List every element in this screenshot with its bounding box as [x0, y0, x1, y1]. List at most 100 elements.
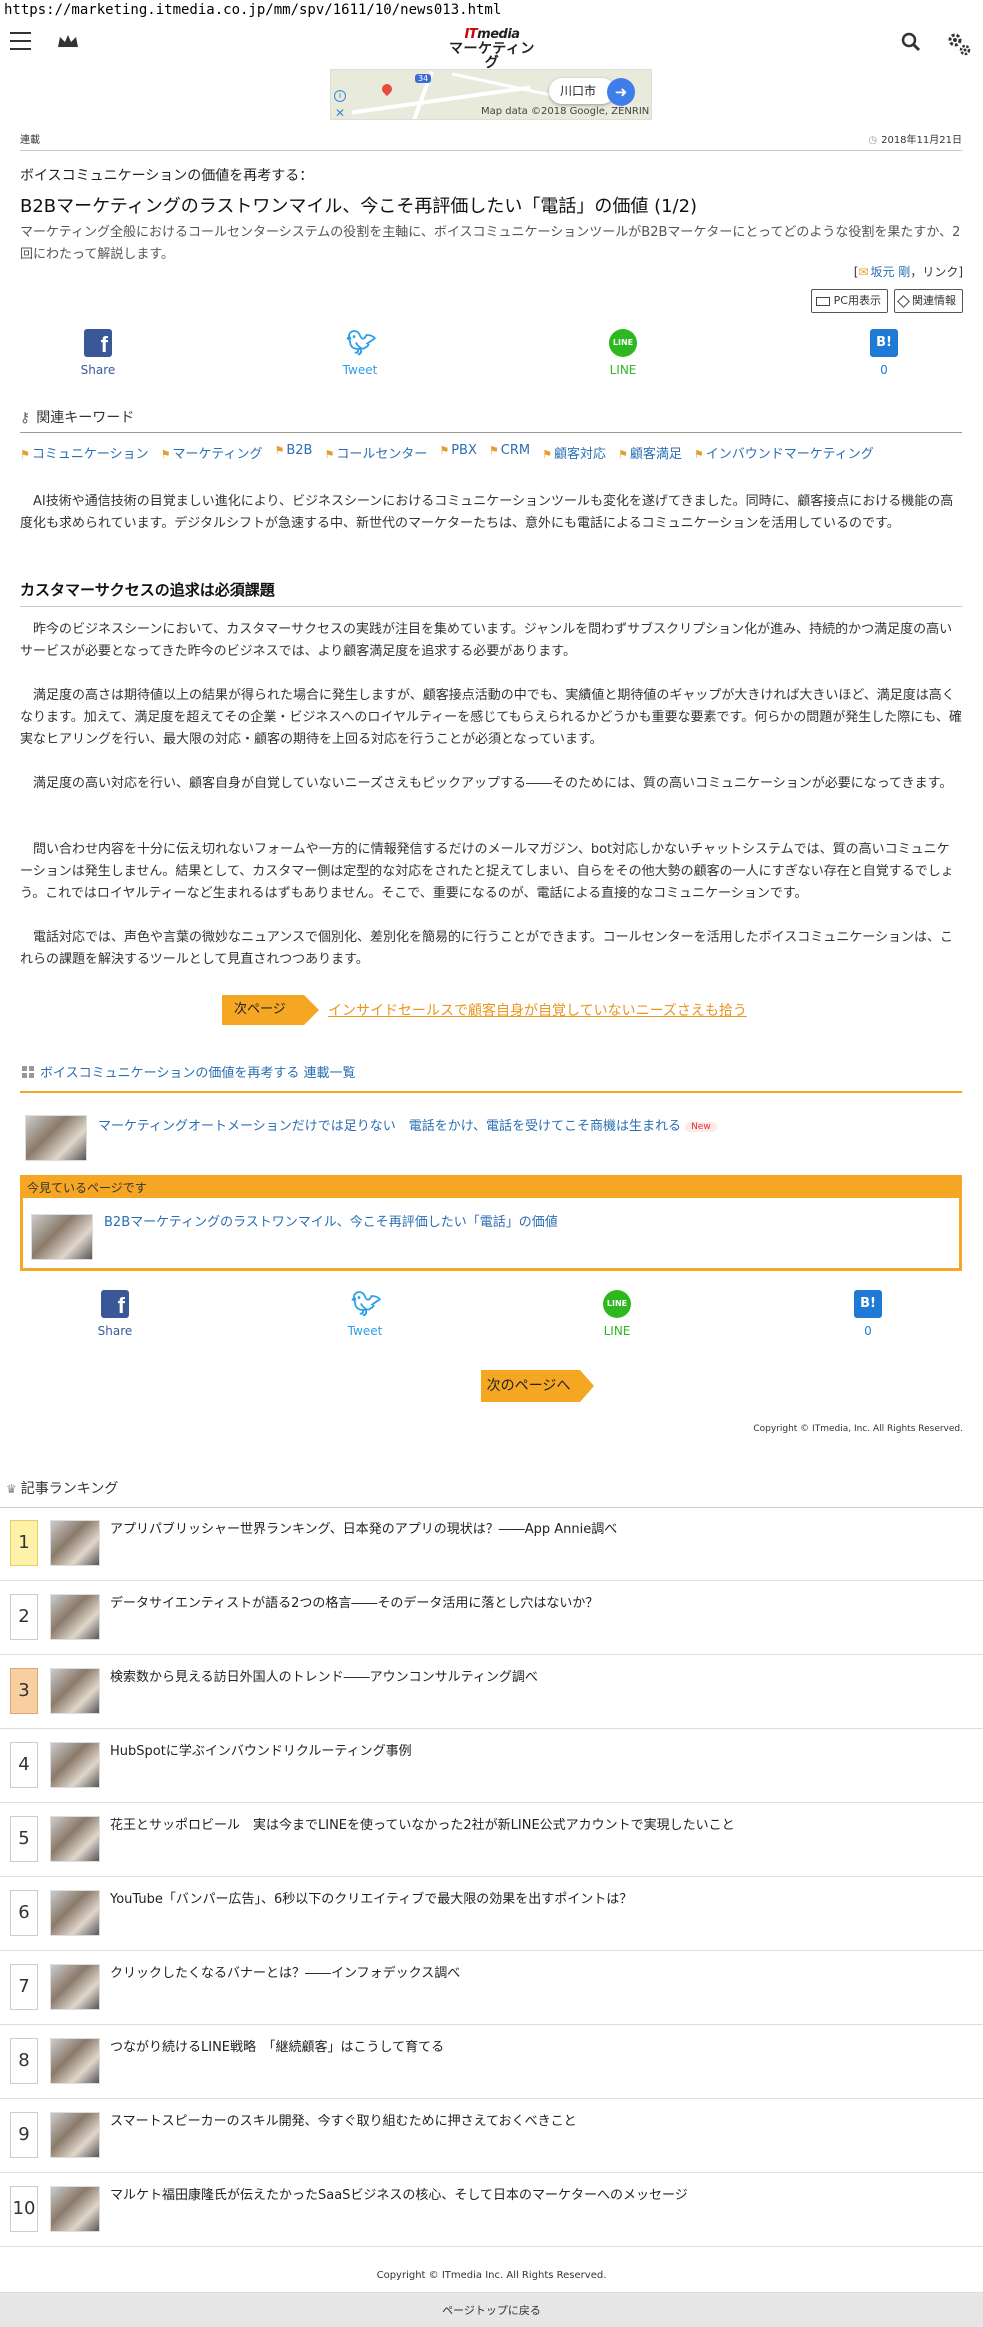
- ranking-item-title[interactable]: クリックしたくなるバナーとは？――インフォデックス調べ: [110, 1962, 460, 1981]
- ranking-item-title[interactable]: 検索数から見える訪日外国人のトレンド――アウンコンサルティング調べ: [110, 1666, 538, 1685]
- ranking-item-title[interactable]: つながり続けるLINE戦略 「継続顧客」はこうして育てる: [110, 2036, 444, 2055]
- ranking-item[interactable]: 10 マルケト福田康隆氏が伝えたかったSaaSビジネスの核心、そして日本のマーケタ…: [0, 2173, 983, 2247]
- footer-copyright: Copyright © ITmedia Inc. All Rights Rese…: [376, 2270, 607, 2281]
- keywords-divider: [20, 432, 962, 433]
- twitter-share-button[interactable]: 🐦︎ Tweet: [330, 1290, 400, 1338]
- article-thumbnail: [50, 1520, 100, 1566]
- article-thumbnail: [50, 2186, 100, 2232]
- ranking-item-title[interactable]: スマートスピーカーのスキル開発、今すぐ取り組むために押さえておくべきこと: [110, 2110, 577, 2129]
- crown-icon[interactable]: [56, 33, 80, 49]
- tag-icon: [897, 294, 910, 308]
- line-share-label: LINE: [603, 1324, 631, 1338]
- ranking-item[interactable]: 7 クリックしたくなるバナーとは？――インフォデックス調べ: [0, 1951, 983, 2025]
- keyword-tag[interactable]: CRM: [489, 443, 530, 462]
- settings-gear-icon[interactable]: [946, 31, 972, 57]
- keyword-tag[interactable]: B2B: [274, 443, 312, 462]
- series-list-item[interactable]: マーケティングオートメーションだけでは足りない 電話をかけ、電話を受けてこそ商機…: [25, 1115, 962, 1163]
- author-link[interactable]: 坂元 剛: [870, 265, 910, 279]
- ranking-item[interactable]: 3 検索数から見える訪日外国人のトレンド――アウンコンサルティング調べ: [0, 1655, 983, 1729]
- search-icon[interactable]: [900, 31, 922, 53]
- rank-number: 5: [10, 1816, 38, 1862]
- facebook-share-label: Share: [97, 1324, 133, 1338]
- line-share-button[interactable]: LINE LINE: [582, 1290, 652, 1338]
- next-page-button[interactable]: 次のページへ: [481, 1370, 594, 1402]
- ad-location-chip[interactable]: 川口市: [549, 78, 615, 104]
- facebook-icon: f: [84, 329, 112, 357]
- ranking-item[interactable]: 2 データサイエンティストが語る2つの格言――そのデータ活用に落とし穴はないか？: [0, 1581, 983, 1655]
- article-thumbnail: [31, 1214, 93, 1260]
- ranking-item-title[interactable]: 花王とサッポロビール 実は今までLINEを使っていなかった2社が新LINE公式ア…: [110, 1814, 735, 1833]
- hatena-count: 0: [880, 363, 888, 377]
- pc-view-button[interactable]: PC用表示: [810, 289, 888, 313]
- map-advertisement[interactable]: 34 i ✕ 川口市 ➜ Map data ©2018 Google, ZENR…: [330, 69, 652, 120]
- ad-close-icon[interactable]: ✕: [335, 106, 345, 119]
- ranking-item[interactable]: 6 YouTube「バンパー広告」、6秒以下のクリエイティブで最大限の効果を出すポ…: [0, 1877, 983, 1951]
- ranking-item[interactable]: 4 HubSpotに学ぶインバウンドリクルーティング事例: [0, 1729, 983, 1803]
- keyword-list: コミュニケーション マーケティング B2B コールセンター PBX CRM 顧客…: [20, 443, 962, 462]
- line-share-label: LINE: [609, 363, 637, 377]
- mail-icon[interactable]: ✉: [858, 265, 868, 279]
- article-thumbnail: [50, 1890, 100, 1936]
- keyword-tag[interactable]: マーケティング: [161, 443, 263, 462]
- ranking-item-title[interactable]: マルケト福田康隆氏が伝えたかったSaaSビジネスの核心、そして日本のマーケターへ…: [110, 2184, 688, 2203]
- keywords-title: 関連キーワード: [36, 410, 135, 426]
- body-paragraph: 昨今のビジネスシーンにおいて、カスタマーサクセスの実践が注目を集めています。ジャ…: [20, 622, 953, 659]
- ranking-item[interactable]: 5 花王とサッポロビール 実は今までLINEを使っていなかった2社が新LINE公式…: [0, 1803, 983, 1877]
- route-shield: 34: [415, 74, 432, 83]
- facebook-share-button[interactable]: f Share: [63, 329, 133, 377]
- article-headline: B2Bマーケティングのラストワンマイル、今こそ再評価したい「電話」の価値 (1/…: [20, 196, 698, 217]
- pc-view-label: PC用表示: [833, 294, 881, 307]
- rank-number: 4: [10, 1742, 38, 1788]
- directions-icon[interactable]: ➜: [607, 78, 635, 106]
- keyword-tag[interactable]: 顧客満足: [618, 443, 682, 462]
- next-page-link[interactable]: インサイドセールスで顧客自身が自覚していないニーズさえも拾う: [328, 1000, 747, 1020]
- line-icon: LINE: [609, 329, 637, 357]
- article-meta: 連載 2018年11月21日: [20, 131, 962, 146]
- keyword-tag[interactable]: 顧客対応: [542, 443, 606, 462]
- line-icon: LINE: [603, 1290, 631, 1318]
- address-bar[interactable]: https://marketing.itmedia.co.jp/mm/spv/1…: [0, 0, 983, 22]
- keyword-tag[interactable]: コールセンター: [324, 443, 427, 462]
- related-info-button[interactable]: 関連情報: [894, 289, 963, 313]
- hatena-bookmark-icon: B!: [870, 329, 898, 357]
- ranking-item[interactable]: 8 つながり続けるLINE戦略 「継続顧客」はこうして育てる: [0, 2025, 983, 2099]
- keywords-heading: ⚷ 関連キーワード: [20, 407, 134, 427]
- ranking-item-title[interactable]: データサイエンティストが語る2つの格言――そのデータ活用に落とし穴はないか？: [110, 1592, 598, 1611]
- keyword-tag[interactable]: コミュニケーション: [20, 443, 149, 462]
- ranking-item-title[interactable]: アプリパブリッシャー世界ランキング、日本発のアプリの現状は？――App Anni…: [110, 1518, 617, 1537]
- site-logo[interactable]: ITmedia マーケティング: [444, 28, 540, 70]
- body-paragraph: AI技術や通信技術の目覚ましい進化により、ビジネスシーンにおけるコミュニケーショ…: [20, 494, 954, 531]
- menu-icon[interactable]: [10, 32, 31, 50]
- twitter-share-button[interactable]: 🐦︎ Tweet: [325, 329, 395, 377]
- series-list-heading[interactable]: ボイスコミュニケーションの価値を再考する 連載一覧: [22, 1062, 355, 1081]
- next-page-tag[interactable]: 次ページ: [222, 995, 319, 1025]
- ranking-item[interactable]: 1 アプリパブリッシャー世界ランキング、日本発のアプリの現状は？――App Ann…: [0, 1507, 983, 1581]
- rank-number: 6: [10, 1890, 38, 1936]
- twitter-bird-icon: 🐦︎: [351, 1290, 382, 1318]
- series-title: ボイスコミュニケーションの価値を再考する：: [20, 168, 314, 184]
- facebook-icon: f: [101, 1290, 129, 1318]
- ranking-item-title[interactable]: HubSpotに学ぶインバウンドリクルーティング事例: [110, 1740, 412, 1759]
- rank-number: 7: [10, 1964, 38, 2010]
- rank-number: 8: [10, 2038, 38, 2084]
- series-item-title[interactable]: マーケティングオートメーションだけでは足りない 電話をかけ、電話を受けてこそ商機…: [98, 1119, 681, 1134]
- hatena-bookmark-button[interactable]: B! 0: [849, 329, 919, 377]
- ranking-item[interactable]: 9 スマートスピーカーのスキル開発、今すぐ取り組むために押さえておくべきこと: [0, 2099, 983, 2173]
- article-thumbnail: [50, 2112, 100, 2158]
- facebook-share-button[interactable]: f Share: [80, 1290, 150, 1338]
- line-share-button[interactable]: LINE LINE: [588, 329, 658, 377]
- ranking-item-title[interactable]: YouTube「バンパー広告」、6秒以下のクリエイティブで最大限の効果を出すポイ…: [110, 1888, 632, 1907]
- author-suffix: ，リンク]: [910, 265, 963, 279]
- page-top-button[interactable]: ページトップに戻る: [0, 2292, 983, 2327]
- next-page-button-label: 次のページへ: [481, 1370, 594, 1402]
- current-page-title[interactable]: B2Bマーケティングのラストワンマイル、今こそ再評価したい「電話」の価値: [104, 1211, 558, 1230]
- ad-info-icon[interactable]: i: [334, 90, 346, 102]
- crown-icon: ♛: [6, 1482, 17, 1496]
- monitor-icon: [815, 296, 830, 306]
- keyword-tag[interactable]: インバウンドマーケティング: [694, 443, 874, 462]
- current-page-label: 今見ているページです: [23, 1178, 959, 1198]
- hatena-bookmark-button[interactable]: B! 0: [833, 1290, 903, 1338]
- twitter-share-label: Tweet: [347, 1324, 383, 1338]
- keyword-tag[interactable]: PBX: [439, 443, 477, 462]
- logo-media: media: [477, 27, 520, 42]
